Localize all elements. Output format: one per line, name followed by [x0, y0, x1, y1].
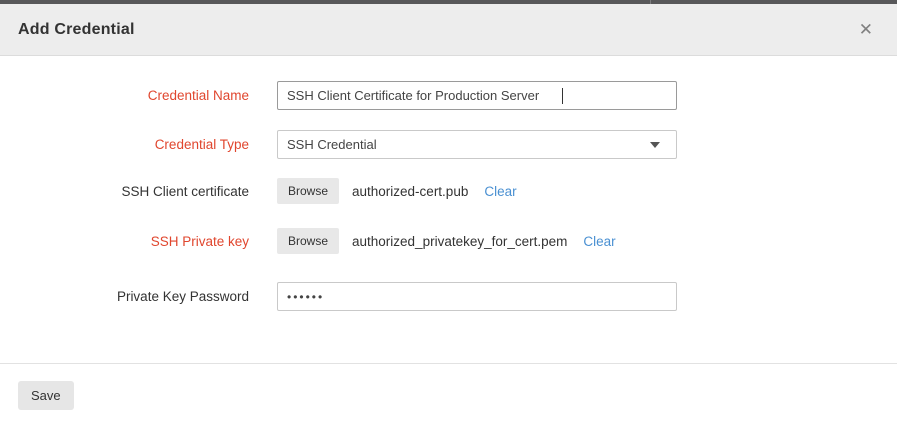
private-key-password-input[interactable] [277, 282, 677, 311]
credential-type-label: Credential Type [0, 137, 277, 152]
credential-type-selected-value: SSH Credential [287, 137, 377, 152]
save-button[interactable]: Save [18, 381, 74, 410]
ssh-private-key-browse-button[interactable]: Browse [277, 228, 339, 254]
dialog-footer: Save [0, 363, 897, 421]
credential-name-label: Credential Name [0, 88, 277, 103]
background-window-divider [650, 0, 651, 4]
ssh-client-certificate-file-name: authorized-cert.pub [352, 184, 468, 199]
ssh-client-certificate-label: SSH Client certificate [0, 184, 277, 199]
ssh-client-certificate-row: SSH Client certificate Browse authorized… [0, 178, 897, 204]
text-cursor [562, 88, 563, 104]
credential-form: Credential Name Credential Type SSH Cred… [0, 56, 897, 363]
credential-type-row: Credential Type SSH Credential [0, 130, 897, 159]
credential-name-row: Credential Name [0, 81, 897, 110]
ssh-private-key-label: SSH Private key [0, 234, 277, 249]
background-window-edge [0, 0, 897, 4]
dialog-title: Add Credential [18, 21, 135, 39]
credential-name-input[interactable] [277, 81, 677, 110]
credential-type-select[interactable]: SSH Credential [277, 130, 677, 159]
dialog-header: Add Credential ✕ [0, 4, 897, 56]
close-icon[interactable]: ✕ [853, 19, 879, 40]
ssh-private-key-file-name: authorized_privatekey_for_cert.pem [352, 234, 567, 249]
ssh-client-certificate-clear-link[interactable]: Clear [484, 184, 516, 199]
private-key-password-label: Private Key Password [0, 289, 277, 304]
ssh-private-key-row: SSH Private key Browse authorized_privat… [0, 228, 897, 254]
chevron-down-icon [650, 142, 660, 148]
ssh-client-certificate-browse-button[interactable]: Browse [277, 178, 339, 204]
ssh-private-key-clear-link[interactable]: Clear [583, 234, 615, 249]
private-key-password-row: Private Key Password [0, 282, 897, 311]
add-credential-dialog: Add Credential ✕ Credential Name Credent… [0, 4, 897, 421]
